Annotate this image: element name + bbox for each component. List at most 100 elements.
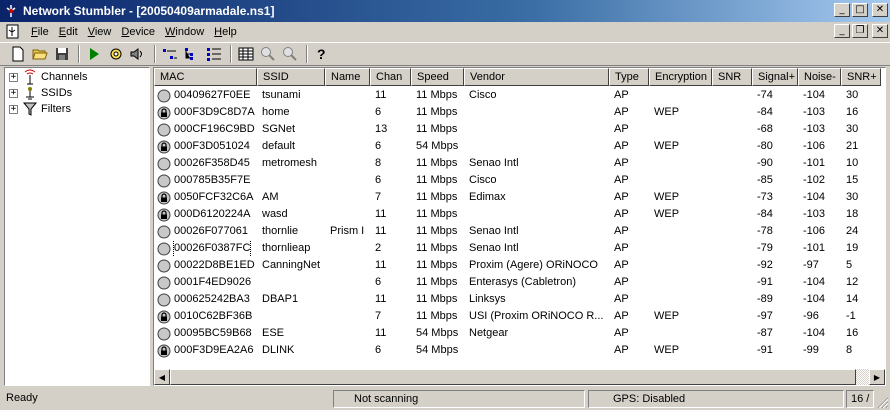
tree-view-icon[interactable] bbox=[182, 44, 202, 64]
resize-grip-icon[interactable] bbox=[877, 397, 889, 409]
cell-snrp: 15 bbox=[846, 174, 859, 186]
table-row[interactable]: 0001F4ED9026 6 11 Mbps Enterasys (Cabletron… bbox=[154, 274, 881, 291]
table-row[interactable]: 000CF196C9BD SGNet 13 11 Mbps AP -68 -103 30 bbox=[154, 121, 881, 138]
grid-view-icon[interactable] bbox=[236, 44, 256, 64]
cell-ssid: SGNet bbox=[262, 123, 296, 135]
horizontal-scrollbar[interactable]: ◀ ▶ bbox=[154, 369, 885, 385]
column-header-vendor[interactable]: Vendor bbox=[464, 68, 609, 86]
details-icon[interactable] bbox=[204, 44, 224, 64]
open-folder-icon[interactable] bbox=[30, 44, 50, 64]
column-header-snr[interactable]: SNR bbox=[712, 68, 752, 86]
help-icon[interactable]: ? bbox=[312, 44, 332, 64]
cell-name bbox=[325, 155, 370, 172]
cell-snrp: 10 bbox=[846, 157, 859, 169]
cell-ssid: DBAP1 bbox=[262, 293, 299, 305]
table-row[interactable]: 00409627F0EE tsunami 11 11 Mbps Cisco AP -74 -1… bbox=[154, 87, 881, 104]
expand-icon[interactable]: + bbox=[9, 88, 18, 98]
cell-enc: WEP bbox=[654, 310, 680, 322]
expand-icon[interactable]: + bbox=[9, 104, 18, 114]
cell-speed: 54 Mbps bbox=[416, 140, 459, 152]
column-header-snrp[interactable]: SNR+ bbox=[841, 68, 881, 86]
cell-snrp: 14 bbox=[846, 293, 859, 305]
column-header-ssid[interactable]: SSID bbox=[257, 68, 325, 86]
cell-ssid: metromesh bbox=[262, 157, 318, 169]
menu-file[interactable]: File bbox=[26, 26, 54, 38]
menu-window[interactable]: Window bbox=[160, 26, 209, 38]
cell-vendor: Senao Intl bbox=[469, 157, 519, 169]
cell-snrp: 18 bbox=[846, 208, 859, 220]
play-icon[interactable] bbox=[84, 44, 104, 64]
table-row[interactable]: 0010C62BF36B 7 11 Mbps USI (Proxim ORiNOCO … bbox=[154, 308, 881, 325]
tree-pane[interactable]: + Channels + SSIDs + Filters bbox=[4, 67, 150, 386]
mdi-close-button[interactable]: ✕ bbox=[872, 24, 888, 38]
app-icon[interactable] bbox=[3, 3, 19, 19]
cell-chan: 6 bbox=[375, 276, 382, 288]
cell-noise: -104 bbox=[803, 327, 826, 339]
table-row[interactable]: 000D6120224A wasd 11 11 Mbps AP WEP -84 -103 18 bbox=[154, 206, 881, 223]
table-row[interactable]: 000F3D051024 default 6 54 Mbps AP WEP -80 -106 2… bbox=[154, 138, 881, 155]
save-icon[interactable] bbox=[52, 44, 72, 64]
minimize-button[interactable]: _ bbox=[834, 3, 850, 17]
mdi-minimize-button[interactable]: _ bbox=[834, 24, 850, 38]
tree-item-ssids[interactable]: + SSIDs bbox=[9, 85, 72, 101]
menu-edit[interactable]: Edit bbox=[54, 26, 83, 38]
column-header-signal[interactable]: Signal+ bbox=[752, 68, 798, 86]
cell-noise: -97 bbox=[803, 259, 819, 271]
expand-icon[interactable]: + bbox=[9, 72, 18, 82]
cell-name bbox=[325, 206, 370, 223]
tree-item-channels[interactable]: + Channels bbox=[9, 69, 87, 85]
menu-help[interactable]: Help bbox=[209, 26, 242, 38]
tree-item-filters[interactable]: + Filters bbox=[9, 101, 71, 117]
mac-address: 000D6120224A bbox=[174, 208, 251, 220]
table-row[interactable]: 000785B35F7E 6 11 Mbps Cisco AP -85 -102 15 bbox=[154, 172, 881, 189]
scroll-thumb[interactable] bbox=[170, 369, 856, 385]
column-header-enc[interactable]: Encryption bbox=[649, 68, 712, 86]
cell-name bbox=[325, 325, 370, 342]
scroll-left-button[interactable]: ◀ bbox=[154, 369, 170, 385]
table-row[interactable]: 0050FCF32C6A AM 7 11 Mbps Edimax AP WEP -73 -104… bbox=[154, 189, 881, 206]
close-button[interactable]: ✕ bbox=[872, 3, 888, 17]
cell-enc bbox=[649, 121, 712, 138]
column-header-name[interactable]: Name bbox=[325, 68, 370, 86]
column-header-mac[interactable]: MAC bbox=[154, 68, 257, 86]
document-icon[interactable] bbox=[4, 24, 20, 40]
table-row[interactable]: 00026F358D45 metromesh 8 11 Mbps Senao Intl A… bbox=[154, 155, 881, 172]
scroll-track[interactable] bbox=[170, 369, 869, 385]
cell-speed: 11 Mbps bbox=[416, 225, 458, 237]
menu-view[interactable]: View bbox=[83, 26, 117, 38]
zoom-out-icon[interactable] bbox=[280, 44, 300, 64]
scroll-right-button[interactable]: ▶ bbox=[869, 369, 885, 385]
zoom-in-icon[interactable] bbox=[258, 44, 278, 64]
cell-vendor: Proxim (Agere) ORiNOCO bbox=[469, 259, 598, 271]
new-file-icon[interactable] bbox=[8, 44, 28, 64]
column-header-noise[interactable]: Noise- bbox=[798, 68, 841, 86]
menu-device[interactable]: Device bbox=[116, 26, 160, 38]
cell-vendor bbox=[464, 206, 609, 223]
maximize-button[interactable]: □ bbox=[852, 3, 868, 17]
cell-vendor bbox=[464, 138, 609, 155]
cell-ssid bbox=[257, 172, 325, 189]
auto-configure-icon[interactable] bbox=[106, 44, 126, 64]
table-row[interactable]: 000F3D9EA2A6 DLINK 6 54 Mbps AP WEP -91 -99 8 bbox=[154, 342, 881, 359]
access-point-list[interactable]: MAC SSID Name Chan Speed Vendor Type Encryption… bbox=[153, 67, 886, 386]
menu-mnemonic: E bbox=[58, 25, 67, 38]
table-row[interactable]: 00026F077061 thornlie Prism I 11 11 Mbps Sena… bbox=[154, 223, 881, 240]
mdi-restore-button[interactable]: ❐ bbox=[852, 24, 868, 38]
cell-mac: 0050FCF32C6A bbox=[154, 189, 257, 206]
column-header-speed[interactable]: Speed bbox=[411, 68, 464, 86]
cell-snr bbox=[712, 325, 752, 342]
column-header-chan[interactable]: Chan bbox=[370, 68, 411, 86]
table-row[interactable]: 00095BC59B68 ESE 11 54 Mbps Netgear AP -87 -104… bbox=[154, 325, 881, 342]
table-row[interactable]: 00026F0387FC thornlieap 2 11 Mbps Senao Intl… bbox=[154, 240, 881, 257]
title-bar: Network Stumbler - [20050409armadale.ns1… bbox=[0, 0, 890, 22]
column-header-type[interactable]: Type bbox=[609, 68, 649, 86]
table-row[interactable]: 000625242BA3 DBAP1 11 11 Mbps Linksys AP -89 -1… bbox=[154, 291, 881, 308]
table-row[interactable]: 00022D8BE1ED CanningNet 11 11 Mbps Proxim (A… bbox=[154, 257, 881, 274]
cell-vendor bbox=[464, 342, 609, 359]
cell-snrp: 12 bbox=[846, 276, 859, 288]
menu-label: ile bbox=[37, 25, 49, 38]
list-view-icon[interactable] bbox=[160, 44, 180, 64]
cell-mac: 00026F0387FC bbox=[154, 240, 257, 257]
table-row[interactable]: 000F3D9C8D7A home 6 11 Mbps AP WEP -84 -103 16 bbox=[154, 104, 881, 121]
sound-icon[interactable] bbox=[128, 44, 148, 64]
